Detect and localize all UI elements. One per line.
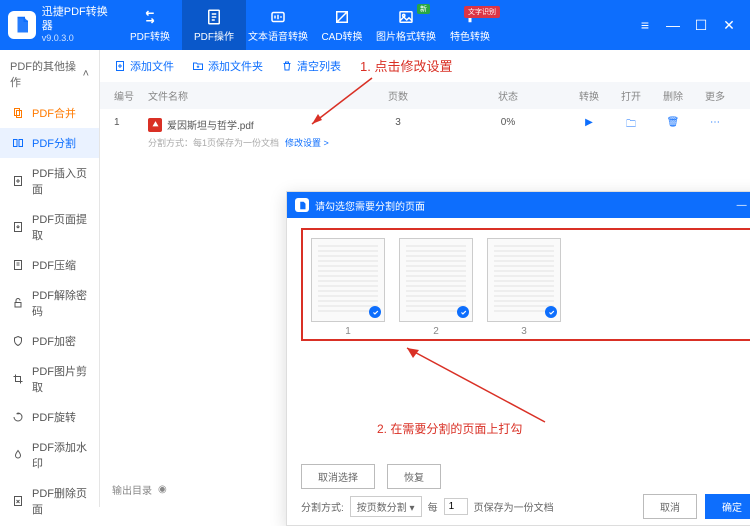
add-file-button[interactable]: 添加文件 [114, 58, 174, 74]
reset-button[interactable]: 恢复 [387, 464, 441, 489]
sidebar-item-encrypt[interactable]: PDF加密 [0, 326, 99, 356]
tab-text-audio[interactable]: 文本语音转换 [246, 0, 310, 50]
app-version: v9.0.3.0 [42, 33, 118, 44]
tab-special[interactable]: 文字识别特色转换 [438, 0, 502, 50]
sidebar-item-insert[interactable]: PDF插入页面 [0, 158, 99, 204]
page-thumbs-area: 1 2 3 [301, 228, 750, 341]
sidebar-item-rotate[interactable]: PDF旋转 [0, 402, 99, 432]
sidebar-item-merge[interactable]: PDF合并 [0, 98, 99, 128]
folder-open-icon[interactable]: 🗀 [610, 117, 652, 134]
sidebar-item-unlock[interactable]: PDF解除密码 [0, 280, 99, 326]
minimize-icon[interactable]: — [666, 17, 680, 33]
app-name: 迅捷PDF转换器 [42, 6, 118, 32]
table-row[interactable]: 1 爱因斯坦与哲学.pdf 分割方式：每1页保存为一份文档修改设置 > 3 0%… [100, 109, 750, 157]
check-icon [457, 306, 469, 318]
close-icon[interactable]: ✕ [722, 17, 736, 34]
maximize-icon[interactable]: ☐ [694, 17, 708, 34]
top-tabs: PDF转换 PDF操作 文本语音转换 CAD转换 新图片格式转换 文字识别特色转… [118, 0, 502, 50]
sidebar-item-watermark[interactable]: PDF添加水印 [0, 432, 99, 478]
page-thumb[interactable]: 2 [399, 238, 473, 337]
sidebar-item-delpage[interactable]: PDF删除页面 [0, 478, 99, 524]
annotation-arrow-2 [395, 340, 555, 430]
cancel-select-button[interactable]: 取消选择 [301, 464, 375, 489]
annotation-arrow-1 [300, 74, 380, 132]
tab-pdf-operate[interactable]: PDF操作 [182, 0, 246, 50]
trash-icon[interactable]: 🗑 [652, 117, 694, 128]
more-icon[interactable]: ⋯ [694, 117, 736, 128]
chevron-up-icon[interactable]: ˄ [83, 68, 89, 80]
sidebar-item-split[interactable]: PDF分割 [0, 128, 99, 158]
play-icon[interactable]: ▶ [568, 117, 610, 128]
page-select-modal: 请勾选您需要分割的页面 — ✕ 1 2 3 2. 在需要分割的页面上打勾 取消选… [286, 191, 750, 526]
modify-settings-link[interactable]: 修改设置 > [285, 138, 329, 148]
check-icon [369, 306, 381, 318]
table-header: 编号 文件名称 页数 状态 转换 打开 删除 更多 [100, 82, 750, 109]
sidebar-title: PDF的其他操作˄ [0, 50, 99, 98]
modal-minimize-icon[interactable]: — [737, 200, 747, 211]
radio-icon[interactable]: ◉ [158, 484, 167, 495]
annotation-2: 2. 在需要分割的页面上打勾 [377, 420, 522, 437]
page-thumb[interactable]: 3 [487, 238, 561, 337]
app-logo: 迅捷PDF转换器 v9.0.3.0 [8, 6, 118, 43]
menu-icon[interactable]: ≡ [638, 17, 652, 33]
file-name: 爱因斯坦与哲学.pdf [167, 117, 254, 132]
pdf-file-icon [148, 118, 162, 132]
annotation-1: 1. 点击修改设置 [360, 56, 452, 75]
check-icon [545, 306, 557, 318]
output-dir-row: 输出目录 ◉ [112, 482, 167, 497]
sidebar-item-imgcrop[interactable]: PDF图片剪取 [0, 356, 99, 402]
tab-cad[interactable]: CAD转换 [310, 0, 374, 50]
page-thumb[interactable]: 1 [311, 238, 385, 337]
tab-pdf-convert[interactable]: PDF转换 [118, 0, 182, 50]
modal-title-text: 请勾选您需要分割的页面 [315, 198, 425, 213]
logo-icon [295, 198, 309, 212]
add-folder-button[interactable]: 添加文件夹 [192, 58, 263, 74]
tab-image[interactable]: 新图片格式转换 [374, 0, 438, 50]
sidebar-item-extract[interactable]: PDF页面提取 [0, 204, 99, 250]
clear-list-button[interactable]: 清空列表 [281, 58, 341, 74]
logo-icon [8, 11, 36, 39]
sidebar-item-compress[interactable]: PDF压缩 [0, 250, 99, 280]
